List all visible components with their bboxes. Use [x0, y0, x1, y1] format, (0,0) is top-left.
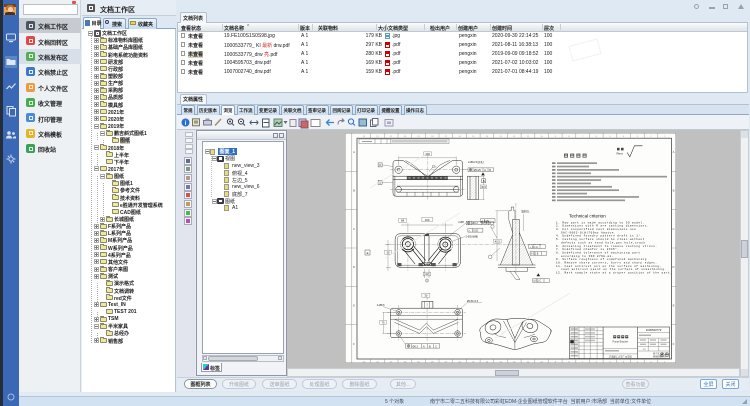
svg-text:C: C: [435, 345, 437, 348]
svg-text:12. Mark sample state at a pro: 12. Mark sample state at a proper positi…: [556, 271, 672, 275]
svg-text:68: 68: [401, 219, 405, 223]
svg-text:100: 100: [425, 218, 430, 222]
svg-text:Technical criterion: Technical criterion: [569, 214, 606, 219]
svg-text:4-Ø8.5: 4-Ø8.5: [377, 304, 385, 307]
svg-text:100: 100: [425, 152, 430, 156]
svg-text:A: A: [673, 150, 675, 154]
svg-text:A: A: [353, 150, 355, 154]
svg-text:2-Ø10.5(沉孔): 2-Ø10.5(沉孔): [468, 160, 484, 164]
svg-text:⊥ 0.1 A: ⊥ 0.1 A: [530, 246, 539, 249]
svg-text:B: B: [353, 189, 355, 193]
svg-text:∠ 0.05: ∠ 0.05: [481, 220, 489, 223]
svg-text:0.02: 0.02: [473, 230, 478, 233]
svg-text:Pump Bracket: Pump Bracket: [612, 341, 628, 344]
svg-text:E: E: [673, 304, 675, 308]
svg-text:Rest: Rest: [617, 152, 623, 156]
svg-text:// 0.1 B: // 0.1 B: [531, 253, 539, 256]
svg-text:40.5: 40.5: [481, 186, 486, 189]
svg-text:∥ 0.1 C: ∥ 0.1 C: [534, 280, 542, 283]
svg-text:40.5: 40.5: [495, 240, 500, 243]
svg-text:Ø0.3: Ø0.3: [413, 345, 419, 348]
svg-text:F: F: [673, 342, 675, 346]
svg-text:C: C: [672, 227, 674, 231]
svg-text:D: D: [672, 265, 674, 269]
svg-text:B: B: [673, 189, 675, 193]
svg-text:△: △: [469, 230, 471, 233]
svg-text:Ø0.8/□2.5: Ø0.8/□2.5: [467, 300, 479, 303]
svg-text:C: C: [379, 163, 381, 167]
svg-text:1000533779: 1000533779: [646, 328, 662, 332]
svg-text:2-Ø10(M8): 2-Ø10(M8): [466, 234, 479, 238]
svg-text:E: E: [353, 304, 355, 308]
svg-text:2-Ø8: 2-Ø8: [458, 221, 464, 224]
svg-text:Ø0.25: Ø0.25: [474, 169, 481, 172]
svg-text:C: C: [353, 227, 355, 231]
svg-text:F: F: [353, 342, 355, 346]
svg-text:B: B: [483, 179, 485, 183]
svg-text:D: D: [353, 265, 355, 269]
svg-text:Ø0.2: Ø0.2: [472, 222, 478, 225]
svg-text:E: E: [367, 251, 369, 255]
svg-text:35: 35: [386, 251, 390, 255]
